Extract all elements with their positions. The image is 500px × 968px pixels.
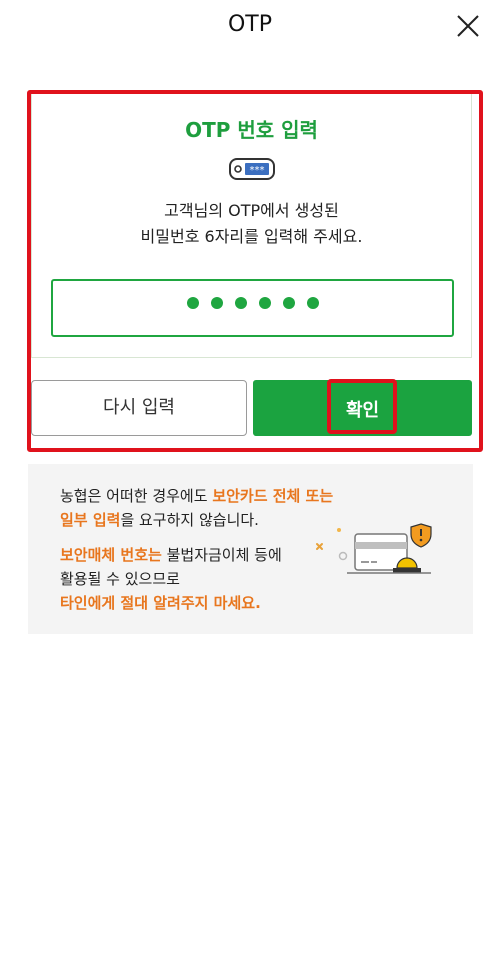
otp-description-line1: 고객님의 OTP에서 생성된 — [164, 201, 339, 220]
confirm-button[interactable]: 확인 — [253, 379, 472, 436]
otp-masked-digits — [53, 297, 452, 309]
close-icon[interactable] — [454, 12, 482, 40]
notice-line2: 일부 입력을 요구하지 않습니다. — [60, 508, 259, 532]
reset-button[interactable]: 다시 입력 — [31, 380, 247, 436]
notice-text: 불법자금이체 등에 — [161, 546, 282, 564]
notice-line3: 보안매체 번호는 불법자금이체 등에 — [60, 543, 282, 567]
notice-highlight: 일부 입력 — [60, 511, 121, 529]
otp-panel: OTP 번호 입력 *** 고객님의 OTP에서 생성된 비밀번호 6자리를 입… — [31, 94, 472, 358]
notice-highlight: 보안카드 전체 또는 — [212, 487, 334, 505]
header: OTP — [0, 0, 500, 54]
security-card-warning-illustration — [316, 523, 432, 574]
page-title: OTP — [227, 12, 273, 37]
notice-text: 을 요구하지 않습니다. — [120, 511, 259, 529]
masked-digit — [306, 297, 319, 309]
notice-highlight: 보안매체 번호는 — [60, 546, 162, 564]
notice-line4: 활용될 수 있으므로 — [60, 570, 180, 588]
masked-digit — [234, 297, 247, 309]
otp-input-field[interactable] — [51, 279, 454, 337]
security-notice: 농협은 어떠한 경우에도 보안카드 전체 또는 일부 입력을 요구하지 않습니다… — [28, 464, 473, 634]
otp-panel-title: OTP 번호 입력 — [185, 118, 318, 142]
otp-token-icon: *** — [229, 158, 275, 180]
masked-digit — [258, 297, 271, 309]
masked-digit — [186, 297, 199, 309]
confirm-button-label: 확인 — [345, 400, 380, 421]
notice-text: 농협은 어떠한 경우에도 — [60, 487, 213, 505]
notice-line1: 농협은 어떠한 경우에도 보안카드 전체 또는 — [60, 484, 333, 508]
notice-line5: 타인에게 절대 알려주지 마세요. — [60, 591, 261, 615]
masked-digit — [282, 297, 295, 309]
notice-highlight: 타인에게 절대 알려주지 마세요. — [60, 594, 261, 612]
svg-text:***: *** — [250, 165, 265, 176]
masked-digit — [210, 297, 223, 309]
otp-description: 고객님의 OTP에서 생성된 비밀번호 6자리를 입력해 주세요. — [32, 198, 471, 250]
otp-description-line2: 비밀번호 6자리를 입력해 주세요. — [140, 227, 363, 246]
